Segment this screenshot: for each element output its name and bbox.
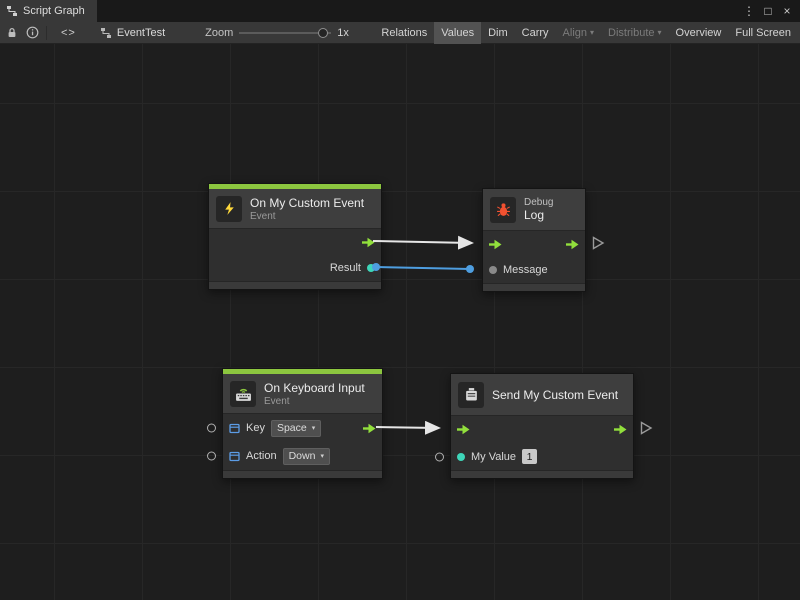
- action-type-icon: [229, 451, 240, 462]
- relations-button[interactable]: Relations: [374, 22, 434, 44]
- node-header[interactable]: Send My Custom Event: [451, 374, 633, 416]
- carry-button[interactable]: Carry: [515, 22, 556, 44]
- value-port-row: My Value 1: [451, 443, 633, 470]
- node-title: Log: [524, 208, 553, 222]
- connection-wires: [0, 44, 800, 600]
- value-port-row: Message: [483, 257, 585, 283]
- flow-wire-keyboard-to-send[interactable]: [376, 427, 438, 428]
- run-triangle-icon: [640, 421, 653, 435]
- graph-asset-icon: [100, 27, 112, 39]
- chevron-down-icon: ▾: [590, 28, 594, 37]
- align-button[interactable]: Align▾: [556, 22, 601, 44]
- node-title: Send My Custom Event: [492, 388, 618, 402]
- node-send-my-custom-event[interactable]: Send My Custom Event My Value 1: [450, 373, 634, 479]
- keyboard-icon: [230, 381, 256, 407]
- run-triangle-icon: [592, 236, 605, 250]
- value-input-port-message[interactable]: [489, 266, 497, 274]
- node-on-keyboard-input[interactable]: On Keyboard Input Event Key Space ▾: [222, 368, 383, 479]
- wire-endpoint-dot: [466, 265, 474, 273]
- node-header[interactable]: Debug Log: [483, 189, 585, 231]
- flow-port-row: [483, 231, 585, 257]
- overview-button[interactable]: Overview: [669, 22, 729, 44]
- close-button[interactable]: ×: [779, 3, 795, 19]
- key-type-icon: [229, 423, 240, 434]
- action-port-row: Action Down ▾: [223, 442, 382, 470]
- value-wire-result-to-message[interactable]: [376, 267, 470, 269]
- flow-output-port[interactable]: [614, 424, 627, 435]
- tab-label: Script Graph: [23, 5, 85, 17]
- node-debug-log[interactable]: Debug Log Message: [482, 188, 586, 292]
- graph-canvas[interactable]: On My Custom Event Event Result: [0, 44, 800, 600]
- port-label-message: Message: [503, 264, 548, 276]
- zoom-slider[interactable]: [239, 22, 331, 44]
- key-input-port[interactable]: [207, 424, 216, 433]
- graph-reference[interactable]: EventTest: [100, 27, 165, 39]
- port-label-result: Result: [330, 262, 361, 274]
- flow-wire-custom-event-to-log[interactable]: [373, 241, 471, 243]
- info-icon[interactable]: [22, 22, 42, 44]
- full-screen-button[interactable]: Full Screen: [728, 22, 798, 44]
- node-header[interactable]: On My Custom Event Event: [209, 189, 381, 229]
- dim-button[interactable]: Dim: [481, 22, 515, 44]
- flow-input-port[interactable]: [457, 424, 470, 435]
- zoom-label: Zoom: [205, 27, 233, 39]
- flow-output-port[interactable]: [363, 423, 376, 434]
- window-controls: ⋮ □ ×: [741, 0, 800, 22]
- send-event-icon: [458, 382, 484, 408]
- graph-toolbar: <> EventTest Zoom 1x Relations Values Di…: [0, 22, 800, 44]
- chevron-down-icon: ▾: [312, 424, 316, 432]
- flow-port-row: [451, 416, 633, 443]
- toolbar-separator: [46, 26, 47, 40]
- node-header[interactable]: On Keyboard Input Event: [223, 374, 382, 414]
- node-title: On My Custom Event: [250, 196, 364, 210]
- my-value-input-field[interactable]: 1: [522, 449, 537, 464]
- zoom-value: 1x: [337, 27, 349, 39]
- chevron-down-icon: ▾: [658, 28, 662, 37]
- toolbar-buttons: Relations Values Dim Carry Align▾ Distri…: [374, 22, 798, 44]
- node-subtitle: Event: [250, 211, 364, 222]
- window-menu-button[interactable]: ⋮: [741, 3, 757, 19]
- node-title: On Keyboard Input: [264, 381, 365, 395]
- node-subtitle: Event: [264, 396, 365, 407]
- node-footer: [483, 283, 585, 291]
- node-supertitle: Debug: [524, 197, 553, 208]
- bug-icon: [490, 197, 516, 223]
- key-dropdown[interactable]: Space ▾: [271, 420, 321, 437]
- flow-output-port[interactable]: [566, 239, 579, 250]
- value-output-port-result[interactable]: [367, 264, 375, 272]
- port-label-my-value: My Value: [471, 451, 516, 463]
- port-label-action: Action: [246, 450, 277, 462]
- action-dropdown[interactable]: Down ▾: [283, 448, 330, 465]
- values-button[interactable]: Values: [434, 22, 481, 44]
- custom-event-icon: [216, 196, 242, 222]
- lock-icon[interactable]: [2, 22, 22, 44]
- node-on-my-custom-event[interactable]: On My Custom Event Event Result: [208, 183, 382, 290]
- node-footer: [223, 470, 382, 478]
- unity-script-graph-window: Script Graph ⋮ □ × <> EventTest Zoom 1x: [0, 0, 800, 600]
- action-input-port[interactable]: [207, 452, 216, 461]
- chevron-down-icon: ▾: [320, 452, 324, 460]
- graph-name: EventTest: [117, 27, 165, 39]
- distribute-button[interactable]: Distribute▾: [601, 22, 668, 44]
- port-label-key: Key: [246, 422, 265, 434]
- tab-script-graph[interactable]: Script Graph: [0, 0, 97, 22]
- node-footer: [209, 281, 381, 289]
- flow-input-port[interactable]: [489, 239, 502, 250]
- value-input-port-my-value[interactable]: [457, 453, 465, 461]
- my-value-input-port-outer[interactable]: [435, 452, 444, 461]
- node-footer: [451, 470, 633, 478]
- window-tab-bar: Script Graph ⋮ □ ×: [0, 0, 800, 22]
- value-port-row: Result: [209, 255, 381, 281]
- zoom-slider-knob[interactable]: [318, 28, 328, 38]
- script-graph-icon: [6, 5, 18, 17]
- flow-output-port[interactable]: [362, 237, 375, 248]
- code-preview-button[interactable]: <>: [51, 22, 86, 44]
- maximize-button[interactable]: □: [760, 3, 776, 19]
- flow-port-row: [209, 229, 381, 255]
- key-port-row: Key Space ▾: [223, 414, 382, 442]
